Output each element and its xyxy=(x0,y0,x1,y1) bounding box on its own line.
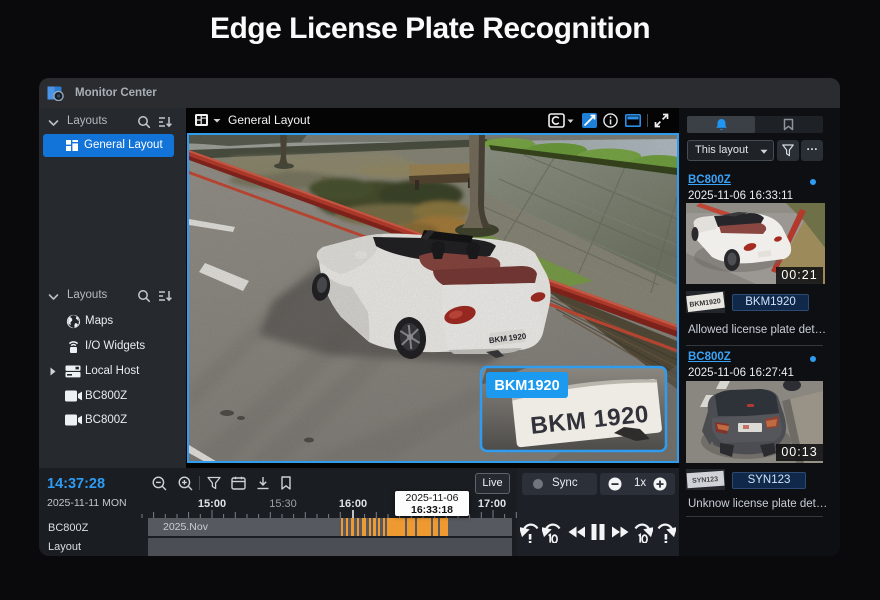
svg-text:BKM1920: BKM1920 xyxy=(494,378,559,394)
